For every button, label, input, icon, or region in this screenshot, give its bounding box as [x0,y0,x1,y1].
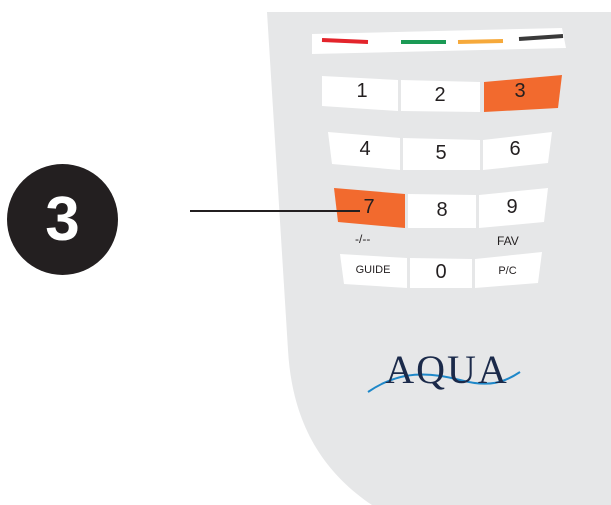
callout-number-badge: 3 [7,164,118,275]
key-5-label: 5 [435,142,447,164]
key-1-label: 1 [356,80,368,102]
dash-label: -/-- [355,232,371,246]
key-6-label: 6 [509,138,521,160]
key-guide-label: GUIDE [355,264,391,276]
fav-label: FAV [497,234,519,248]
key-2-label: 2 [434,84,446,106]
callout-leader-line [190,210,360,212]
key-pc-label: P/C [498,265,517,277]
key-9-label: 9 [506,196,518,218]
key-3-label: 3 [514,80,526,102]
brand-logo: AQUA [385,347,509,392]
key-4-label: 4 [359,138,371,160]
figure: 1 2 3 4 5 6 7 8 9 -/-- FAV GUIDE 0 P/C A… [0,0,611,505]
key-8-label: 8 [436,199,448,221]
key-7-label: 7 [363,196,375,218]
key-0-label: 0 [435,261,447,283]
